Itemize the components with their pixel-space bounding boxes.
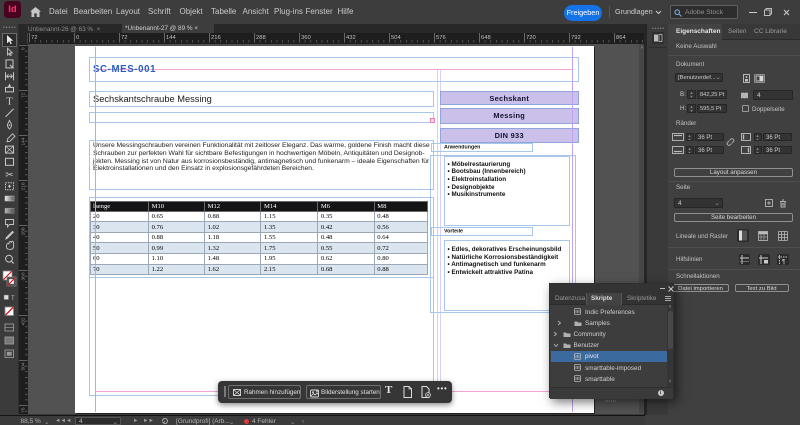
svg-text:288: 288 <box>256 35 266 41</box>
svg-text:648: 648 <box>481 35 491 41</box>
svg-text:792: 792 <box>571 35 581 41</box>
svg-text:¶: ¶ <box>782 259 785 265</box>
svg-text:T: T <box>6 96 13 108</box>
svg-text:432: 432 <box>21 317 27 325</box>
svg-text:360: 360 <box>21 272 27 280</box>
svg-text:432: 432 <box>346 35 356 41</box>
svg-text:72: 72 <box>31 35 37 41</box>
svg-text:576: 576 <box>21 407 27 413</box>
svg-text:0: 0 <box>21 47 27 50</box>
svg-text:144: 144 <box>21 137 27 145</box>
svg-text:720: 720 <box>526 35 536 41</box>
svg-text:864: 864 <box>616 35 626 41</box>
svg-text:72: 72 <box>121 35 127 41</box>
svg-text:✂: ✂ <box>5 170 13 181</box>
svg-text:144: 144 <box>166 35 176 41</box>
svg-text:360: 360 <box>301 35 311 41</box>
svg-text:0: 0 <box>76 35 79 41</box>
svg-text:216: 216 <box>21 182 27 190</box>
svg-text:576: 576 <box>436 35 446 41</box>
svg-text:216: 216 <box>211 35 221 41</box>
svg-text:T: T <box>11 296 15 302</box>
svg-text:288: 288 <box>21 227 27 235</box>
svg-text:504: 504 <box>391 35 401 41</box>
svg-text:504: 504 <box>21 362 27 370</box>
svg-text:72: 72 <box>21 92 27 98</box>
